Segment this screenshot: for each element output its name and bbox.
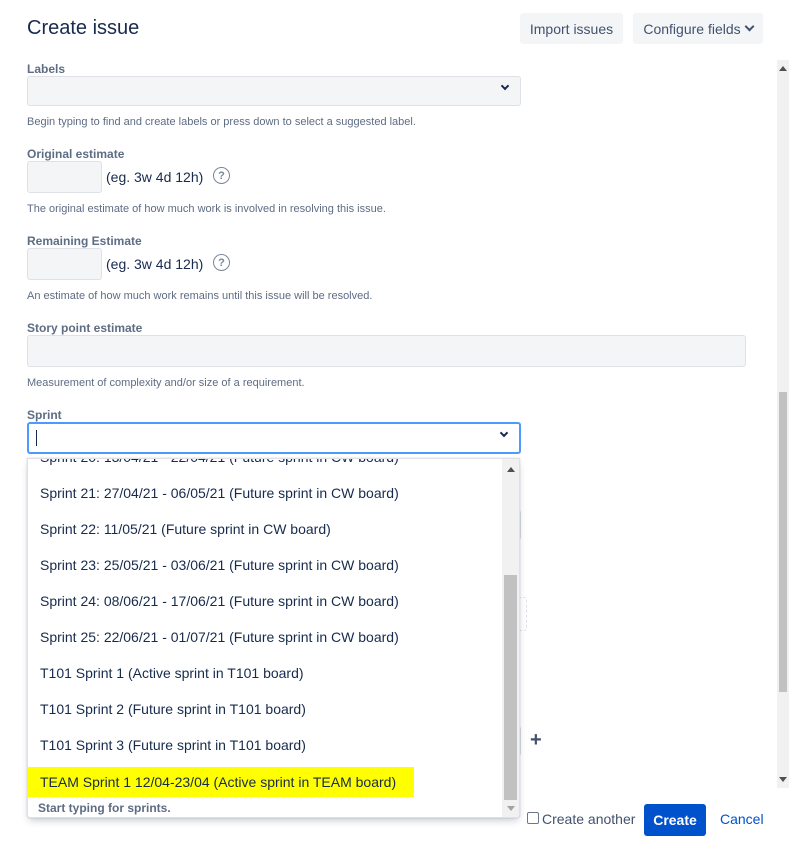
story-points-input[interactable] (27, 335, 746, 367)
scroll-up-icon[interactable] (779, 66, 787, 71)
sprint-option[interactable]: Sprint 22: 11/05/21 (Future sprint in CW… (28, 515, 331, 543)
sprint-option[interactable]: Sprint 25: 22/06/21 - 01/07/21 (Future s… (28, 623, 399, 651)
remaining-estimate-help: An estimate of how much work remains unt… (27, 290, 373, 302)
story-points-help: Measurement of complexity and/or size of… (27, 377, 305, 389)
sprint-dropdown[interactable]: Sprint 20: 13/04/21 - 22/04/21 (Future s… (27, 458, 520, 818)
remaining-estimate-label: Remaining Estimate (27, 234, 142, 248)
chevron-down-icon (499, 428, 509, 438)
dropdown-scrollbar-thumb[interactable] (504, 575, 517, 800)
dropdown-scrollbar[interactable] (502, 459, 519, 817)
scroll-up-icon[interactable] (507, 467, 515, 472)
help-icon[interactable]: ? (213, 167, 230, 184)
help-icon[interactable]: ? (213, 254, 230, 271)
configure-fields-label: Configure fields (643, 20, 741, 37)
remaining-estimate-hint: (eg. 3w 4d 12h) (106, 256, 204, 272)
labels-label: Labels (27, 62, 66, 76)
scroll-down-icon[interactable] (779, 777, 787, 782)
create-another-label[interactable]: Create another (542, 811, 635, 827)
configure-fields-button[interactable]: Configure fields (633, 13, 763, 44)
sprint-option[interactable]: T101 Sprint 1 (Active sprint in T101 boa… (28, 659, 304, 687)
chevron-down-icon (744, 21, 755, 32)
original-estimate-hint: (eg. 3w 4d 12h) (106, 169, 204, 185)
sprint-option[interactable]: Sprint 20: 13/04/21 - 22/04/21 (Future s… (28, 459, 399, 467)
sprint-option[interactable]: Sprint 24: 08/06/21 - 17/06/21 (Future s… (28, 587, 399, 615)
sprint-option-highlighted[interactable]: TEAM Sprint 1 12/04-23/04 (Active sprint… (28, 767, 414, 797)
page-scrollbar-thumb[interactable] (779, 392, 787, 692)
original-estimate-help: The original estimate of how much work i… (27, 203, 386, 215)
cancel-link[interactable]: Cancel (720, 811, 764, 827)
sprint-option[interactable]: T101 Sprint 2 (Future sprint in T101 boa… (28, 695, 306, 723)
chevron-down-icon (500, 81, 510, 91)
sprint-option[interactable]: Sprint 21: 27/04/21 - 06/05/21 (Future s… (28, 479, 399, 507)
add-icon[interactable]: + (530, 729, 542, 752)
create-another-checkbox[interactable] (527, 812, 539, 824)
sprint-option[interactable]: Sprint 23: 25/05/21 - 03/06/21 (Future s… (28, 551, 399, 579)
page-scrollbar[interactable] (777, 60, 789, 788)
labels-select[interactable] (27, 76, 521, 106)
dialog-title: Create issue (27, 17, 140, 39)
sprint-label: Sprint (27, 408, 62, 422)
sprint-input[interactable] (27, 422, 521, 454)
original-estimate-input[interactable] (27, 161, 102, 193)
scroll-down-icon[interactable] (507, 806, 515, 811)
story-points-label: Story point estimate (27, 321, 143, 335)
original-estimate-label: Original estimate (27, 147, 125, 161)
labels-help: Begin typing to find and create labels o… (27, 116, 416, 128)
sprint-dropdown-footer: Start typing for sprints. (38, 801, 171, 815)
import-issues-button[interactable]: Import issues (520, 13, 623, 44)
sprint-option[interactable]: T101 Sprint 3 (Future sprint in T101 boa… (28, 731, 306, 759)
remaining-estimate-input[interactable] (27, 248, 102, 280)
text-caret (36, 430, 37, 446)
create-button[interactable]: Create (644, 804, 706, 836)
